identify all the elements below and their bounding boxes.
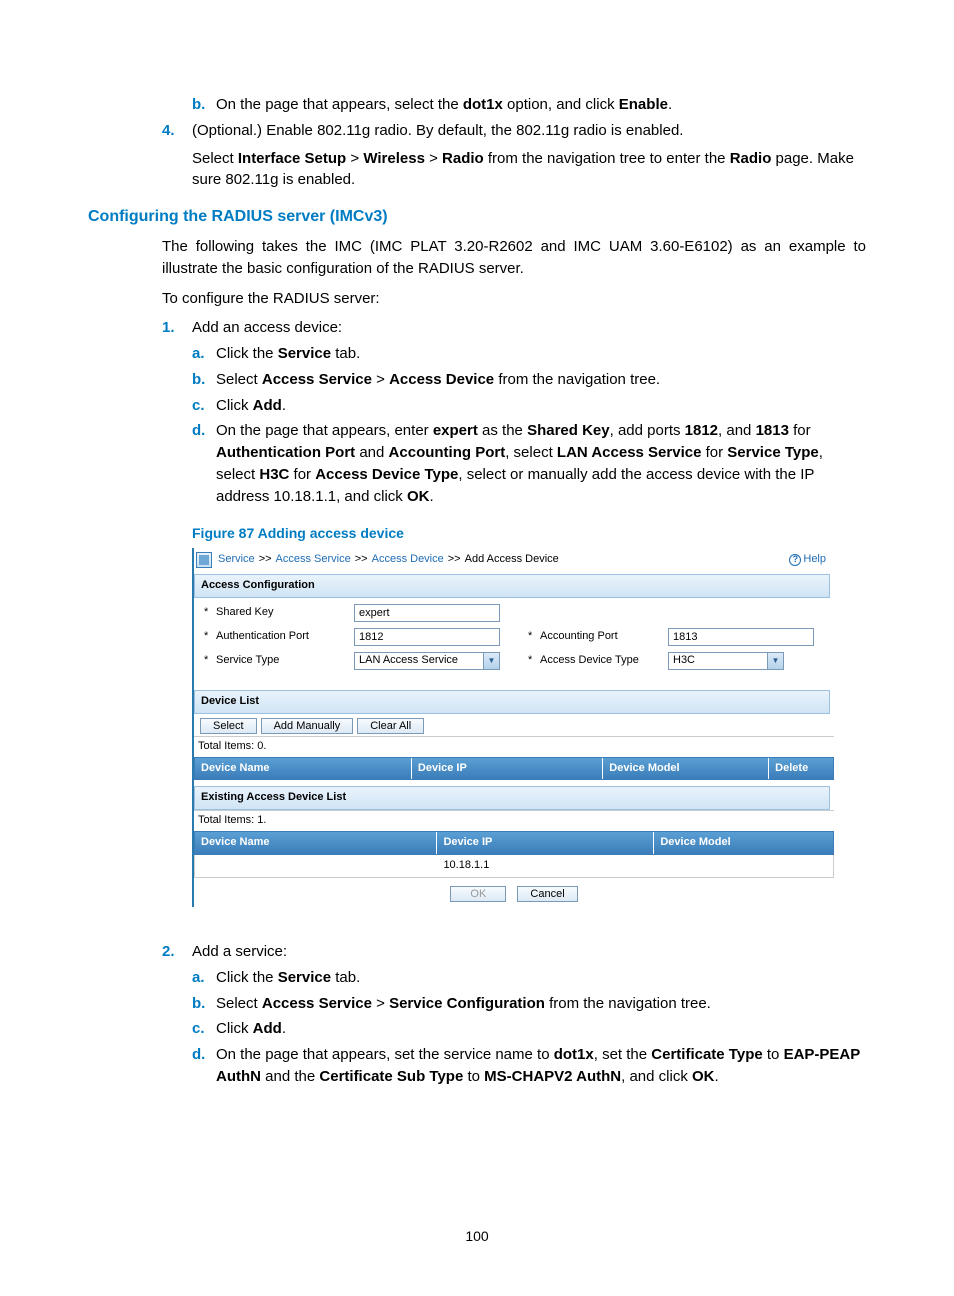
select-device-type[interactable]: H3C▼	[668, 652, 784, 670]
step-1c: Click Add.	[216, 395, 866, 417]
label-shared-key: *Shared Key	[204, 605, 354, 621]
list-letter: b.	[192, 993, 216, 1015]
intro-paragraph-1: The following takes the IMC (IMC PLAT 3.…	[162, 236, 866, 280]
breadcrumb-access-service[interactable]: Access Service	[276, 552, 351, 568]
step-1d: On the page that appears, enter expert a…	[216, 420, 866, 507]
select-button[interactable]: Select	[200, 718, 257, 734]
step-4-text: (Optional.) Enable 802.11g radio. By def…	[192, 122, 683, 139]
step-number: 2.	[162, 941, 192, 1092]
label-auth-port: *Authentication Port	[204, 629, 354, 645]
section-device-list: Device List	[194, 690, 830, 714]
breadcrumb-sep: >>	[355, 552, 368, 568]
list-letter: b.	[192, 369, 216, 391]
section-existing-list: Existing Access Device List	[194, 786, 830, 810]
breadcrumb-sep: >>	[448, 552, 461, 568]
chevron-down-icon: ▼	[483, 653, 499, 669]
section-access-configuration: Access Configuration	[194, 574, 830, 598]
step-4-detail: Select Interface Setup > Wireless > Radi…	[192, 150, 854, 189]
label-device-type: *Access Device Type	[528, 653, 668, 669]
total-items-1: Total Items: 1.	[194, 810, 834, 831]
step-number: 4.	[162, 120, 192, 191]
ok-button[interactable]: OK	[450, 886, 506, 902]
step-2d: On the page that appears, set the servic…	[216, 1044, 866, 1088]
help-link[interactable]: ?Help	[789, 552, 826, 568]
section-heading: Configuring the RADIUS server (IMCv3)	[88, 205, 866, 228]
page-number: 100	[0, 1226, 954, 1246]
add-manually-button[interactable]: Add Manually	[261, 718, 354, 734]
step-b-continued: On the page that appears, select the dot…	[216, 94, 866, 116]
page-icon	[196, 552, 212, 568]
input-shared-key[interactable]	[354, 604, 500, 622]
breadcrumb-service[interactable]: Service	[218, 552, 255, 568]
step-2c: Click Add.	[216, 1018, 866, 1040]
list-letter: d.	[192, 420, 216, 507]
cancel-button[interactable]: Cancel	[517, 886, 577, 902]
intro-paragraph-2: To configure the RADIUS server:	[162, 288, 866, 310]
label-acct-port: *Accounting Port	[528, 629, 668, 645]
input-auth-port[interactable]	[354, 628, 500, 646]
step-2a: Click the Service tab.	[216, 967, 866, 989]
select-service-type[interactable]: LAN Access Service▼	[354, 652, 500, 670]
breadcrumb-current: Add Access Device	[465, 552, 559, 568]
table-header-existing: Device Name Device IP Device Model	[194, 831, 834, 855]
help-icon: ?	[789, 554, 801, 566]
step-number: 1.	[162, 317, 192, 511]
input-acct-port[interactable]	[668, 628, 814, 646]
figure-caption: Figure 87 Adding access device	[192, 523, 866, 543]
label-service-type: *Service Type	[204, 653, 354, 669]
list-letter: c.	[192, 395, 216, 417]
breadcrumb-sep: >>	[259, 552, 272, 568]
list-letter: c.	[192, 1018, 216, 1040]
step-1-text: Add an access device:	[192, 319, 342, 336]
list-letter: b.	[192, 94, 216, 116]
table-row: 10.18.1.1	[194, 855, 834, 878]
list-letter: d.	[192, 1044, 216, 1088]
clear-all-button[interactable]: Clear All	[357, 718, 424, 734]
step-2b: Select Access Service > Service Configur…	[216, 993, 866, 1015]
chevron-down-icon: ▼	[767, 653, 783, 669]
step-2-text: Add a service:	[192, 943, 287, 960]
list-letter: a.	[192, 967, 216, 989]
step-1a: Click the Service tab.	[216, 343, 866, 365]
figure-87: Service >> Access Service >> Access Devi…	[192, 548, 834, 907]
list-letter: a.	[192, 343, 216, 365]
total-items-0: Total Items: 0.	[194, 736, 834, 757]
step-1b: Select Access Service > Access Device fr…	[216, 369, 866, 391]
table-header: Device Name Device IP Device Model Delet…	[194, 757, 834, 781]
breadcrumb-access-device[interactable]: Access Device	[372, 552, 444, 568]
